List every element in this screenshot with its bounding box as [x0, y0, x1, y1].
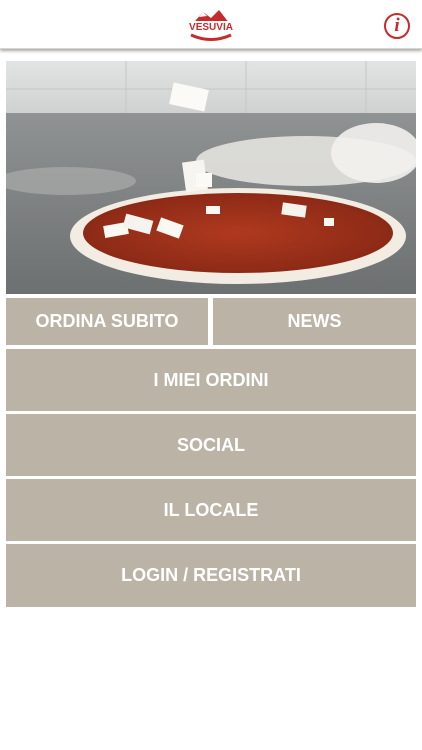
pizza-photo — [6, 61, 416, 294]
order-now-label: ORDINA SUBITO — [35, 311, 179, 331]
the-place-button[interactable]: IL LOCALE — [6, 479, 416, 541]
social-label: SOCIAL — [176, 434, 245, 455]
login-register-button[interactable]: LOGIN / REGISTRATI — [6, 544, 416, 607]
vesuvia-logo-icon: VESUVIA — [187, 10, 235, 41]
order-now-button[interactable]: ORDINA SUBITO — [6, 298, 208, 345]
social-button[interactable]: SOCIAL — [6, 414, 416, 476]
news-button[interactable]: NEWS — [213, 298, 416, 345]
hero-image — [6, 61, 416, 294]
my-orders-button[interactable]: I MIEI ORDINI — [6, 349, 416, 411]
app-header: VESUVIA i — [0, 0, 422, 49]
logo-text: VESUVIA — [189, 22, 233, 33]
info-icon: i — [394, 15, 400, 36]
my-orders-label: I MIEI ORDINI — [153, 369, 269, 390]
the-place-label: IL LOCALE — [163, 499, 259, 520]
login-register-label: LOGIN / REGISTRATI — [121, 565, 301, 585]
info-button[interactable]: i — [384, 13, 410, 39]
news-label: NEWS — [287, 311, 342, 331]
